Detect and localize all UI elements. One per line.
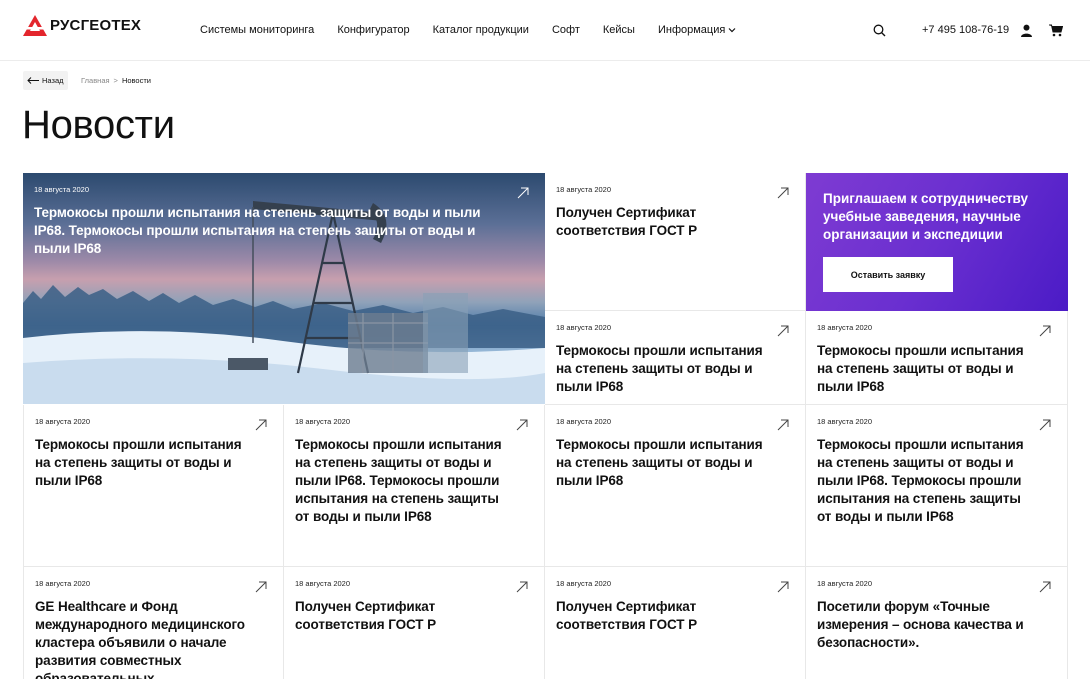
- news-title: Термокосы прошли испытания на степень за…: [35, 437, 242, 488]
- arrow-up-right-icon: [516, 581, 528, 593]
- breadcrumb-home[interactable]: Главная: [81, 76, 110, 85]
- news-date: 18 августа 2020: [556, 323, 612, 332]
- news-date: 18 августа 2020: [556, 185, 612, 194]
- news-card[interactable]: 18 августа 2020 Получен Сертификат соотв…: [545, 567, 806, 679]
- nav-item-monitoring[interactable]: Системы мониторинга: [200, 23, 314, 37]
- logo[interactable]: РУСГЕОТЕХ: [23, 14, 141, 36]
- news-card[interactable]: 18 августа 2020 Термокосы прошли испытан…: [806, 405, 1068, 567]
- news-date: 18 августа 2020: [556, 579, 612, 588]
- news-card[interactable]: 18 августа 2020 Термокосы прошли испытан…: [545, 311, 806, 405]
- breadcrumb-current: Новости: [121, 76, 151, 85]
- arrow-up-right-icon: [777, 581, 789, 593]
- news-card[interactable]: 18 августа 2020 Получен Сертификат соотв…: [545, 173, 806, 311]
- news-title: Термокосы прошли испытания на степень за…: [817, 437, 1024, 524]
- news-date: 18 августа 2020: [817, 323, 873, 332]
- arrow-up-right-icon: [1039, 419, 1051, 431]
- news-title: Термокосы прошли испытания на степень за…: [556, 343, 763, 394]
- arrow-up-right-icon: [777, 187, 789, 199]
- breadcrumb: Главная > Новости: [81, 76, 151, 85]
- chevron-down-icon: [728, 28, 736, 33]
- news-card-featured[interactable]: 18 августа 2020 Термокосы прошли испытан…: [23, 173, 545, 404]
- phone-link[interactable]: +7 495 108-76-19: [922, 23, 1009, 37]
- news-date: 18 августа 2020: [34, 185, 90, 194]
- site-header: РУСГЕОТЕХ Системы мониторинга Конфигурат…: [0, 0, 1090, 61]
- news-card[interactable]: 18 августа 2020 Термокосы прошли испытан…: [545, 405, 806, 567]
- back-button[interactable]: Назад: [23, 71, 68, 90]
- main-nav: Системы мониторинга Конфигуратор Каталог…: [200, 23, 759, 37]
- arrow-up-right-icon: [516, 419, 528, 431]
- news-date: 18 августа 2020: [35, 417, 91, 426]
- submit-request-button[interactable]: Оставить заявку: [823, 257, 953, 292]
- partnership-promo: Приглашаем к сотрудничеству учебные заве…: [806, 173, 1068, 311]
- promo-title: Приглашаем к сотрудничеству учебные заве…: [823, 191, 1029, 242]
- nav-item-cases[interactable]: Кейсы: [603, 23, 635, 37]
- nav-item-info-label: Информация: [657, 24, 726, 36]
- news-title: Получен Сертификат соответствия ГОСТ Р: [556, 205, 697, 238]
- cart-icon[interactable]: [1049, 24, 1063, 37]
- news-date: 18 августа 2020: [295, 417, 351, 426]
- nav-item-info[interactable]: Информация: [658, 23, 736, 37]
- news-title: Термокосы прошли испытания на степень за…: [817, 343, 1024, 394]
- arrow-left-icon: [27, 77, 39, 84]
- news-date: 18 августа 2020: [35, 579, 91, 588]
- breadcrumb-separator: >: [113, 76, 118, 85]
- news-card[interactable]: 18 августа 2020 Термокосы прошли испытан…: [284, 405, 545, 567]
- user-icon[interactable]: [1020, 24, 1033, 37]
- news-title: Термокосы прошли испытания на степень за…: [34, 205, 481, 256]
- arrow-up-right-icon: [255, 581, 267, 593]
- news-card[interactable]: 18 августа 2020 Термокосы прошли испытан…: [23, 405, 284, 567]
- news-title: Получен Сертификат соответствия ГОСТ Р: [556, 599, 697, 632]
- news-title: Получен Сертификат соответствия ГОСТ Р: [295, 599, 436, 632]
- arrow-up-right-icon: [517, 187, 529, 199]
- back-label: Назад: [42, 76, 64, 85]
- news-title: GE Healthcare и Фонд международного меди…: [35, 599, 245, 679]
- news-date: 18 августа 2020: [817, 579, 873, 588]
- page-title: Новости: [22, 103, 175, 147]
- news-title: Термокосы прошли испытания на степень за…: [295, 437, 502, 524]
- arrow-up-right-icon: [255, 419, 267, 431]
- news-date: 18 августа 2020: [817, 417, 873, 426]
- nav-item-catalog[interactable]: Каталог продукции: [433, 23, 529, 37]
- search-icon[interactable]: [873, 24, 886, 37]
- news-card[interactable]: 18 августа 2020 Получен Сертификат соотв…: [284, 567, 545, 679]
- logo-text: РУСГЕОТЕХ: [50, 16, 142, 34]
- news-date: 18 августа 2020: [295, 579, 351, 588]
- news-card[interactable]: 18 августа 2020 Термокосы прошли испытан…: [806, 311, 1068, 405]
- news-card[interactable]: 18 августа 2020 Посетили форум «Точные и…: [806, 567, 1068, 679]
- news-grid: 18 августа 2020 Термокосы прошли испытан…: [23, 173, 1068, 679]
- nav-item-configurator[interactable]: Конфигуратор: [337, 23, 409, 37]
- arrow-up-right-icon: [1039, 325, 1051, 337]
- news-date: 18 августа 2020: [556, 417, 612, 426]
- logo-icon: [23, 14, 47, 36]
- arrow-up-right-icon: [1039, 581, 1051, 593]
- news-title: Посетили форум «Точные измерения – основ…: [817, 599, 1024, 650]
- nav-item-software[interactable]: Софт: [552, 23, 580, 37]
- arrow-up-right-icon: [777, 325, 789, 337]
- news-card[interactable]: 18 августа 2020 GE Healthcare и Фонд меж…: [23, 567, 284, 679]
- arrow-up-right-icon: [777, 419, 789, 431]
- news-title: Термокосы прошли испытания на степень за…: [556, 437, 763, 488]
